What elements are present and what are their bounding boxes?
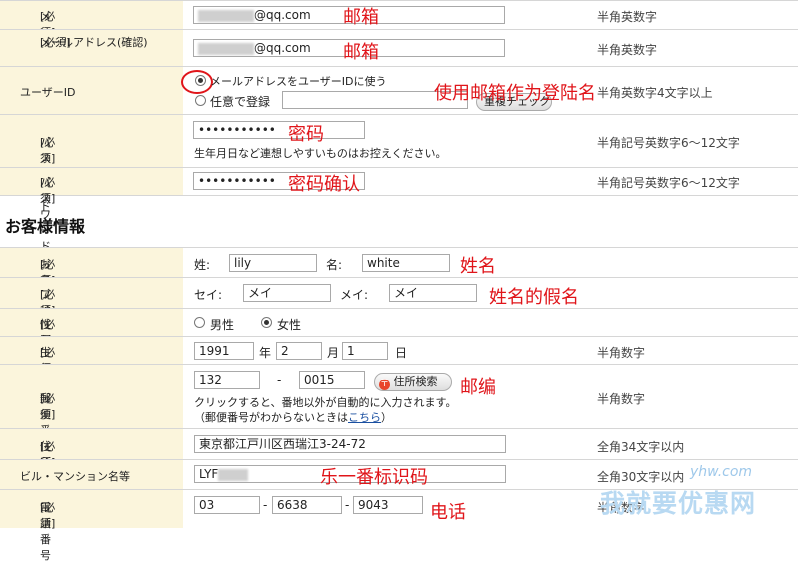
postal-annotation: 邮编 bbox=[460, 377, 496, 398]
postal-mark-icon: 〒 bbox=[379, 379, 390, 390]
address-row: 住所[必須] 東京都江戸川区西瑞江3-24-72 全角34文字以内 bbox=[0, 428, 798, 469]
email-confirm-label-cell: メールアドレス(確認) [必須] bbox=[0, 30, 183, 67]
birth-note: 半角数字 bbox=[597, 346, 646, 360]
user-id-label-cell: ユーザーID bbox=[0, 67, 183, 115]
radio-use-email[interactable] bbox=[195, 75, 206, 86]
email-label-cell: メールアドレス[必須] bbox=[0, 1, 183, 119]
name-annotation: 姓名 bbox=[460, 256, 496, 277]
email-confirm-note: 半角英数字 bbox=[597, 43, 658, 57]
sei-field[interactable]: lily bbox=[229, 254, 317, 272]
birth-label-cell: 生年月日(西暦)[必須] bbox=[0, 337, 183, 439]
password-annotation: 密码 bbox=[288, 124, 324, 145]
password-field[interactable]: ••••••••••• bbox=[193, 121, 365, 139]
email-confirm-annotation: 邮箱 bbox=[343, 42, 379, 63]
password-label-cell: パスワード[必須] bbox=[0, 115, 183, 213]
postal-row: 郵便番号[必須] 132 - 0015 〒 住所検索 邮编 クリックすると、番地… bbox=[0, 364, 798, 453]
female-label: 女性 bbox=[277, 318, 302, 332]
gender-row: 性別[必須] 男性 女性 bbox=[0, 308, 798, 347]
sei-label: 姓: bbox=[194, 258, 211, 272]
email-confirm-row: メールアドレス(確認) [必須] @qq.com 邮箱 半角英数字 bbox=[0, 29, 798, 67]
name-row: お名前[必須] 姓: lily 名: white 姓名 bbox=[0, 247, 798, 303]
day-unit: 日 bbox=[395, 346, 408, 360]
user-id-annotation: 使用邮箱作为登陆名 bbox=[434, 83, 596, 104]
kana-mei-label: メイ: bbox=[340, 288, 369, 302]
blurred-text bbox=[218, 468, 249, 481]
password-row: パスワード[必須] ••••••••••• 密码 生年月日など連想しやすいものは… bbox=[0, 114, 798, 213]
kana-mei-field[interactable]: メイ bbox=[389, 284, 477, 302]
mei-label: 名: bbox=[326, 258, 343, 272]
phone-part2-field[interactable]: 6638 bbox=[272, 496, 342, 514]
birth-day-field[interactable]: 1 bbox=[342, 342, 388, 360]
building-note: 全角30文字以内 bbox=[597, 470, 685, 484]
phone-dash-2: - bbox=[345, 498, 350, 512]
kana-sei-label: セイ: bbox=[194, 288, 223, 302]
email-row: メールアドレス[必須] @qq.com 邮箱 半角英数字 bbox=[0, 0, 798, 119]
phone-part3-field[interactable]: 9043 bbox=[353, 496, 423, 514]
email-note: 半角英数字 bbox=[597, 10, 658, 24]
address-search-button[interactable]: 〒 住所検索 bbox=[374, 373, 452, 391]
postal-hint-2: （郵便番号がわからないときはこちら） bbox=[194, 411, 392, 424]
building-label-cell: ビル・マンション名等 bbox=[0, 460, 183, 490]
male-label: 男性 bbox=[210, 318, 235, 332]
email-annotation: 邮箱 bbox=[343, 7, 379, 28]
name-label-cell: お名前[必須] bbox=[0, 248, 183, 303]
blurred-text bbox=[198, 9, 254, 22]
password-confirm-row: パスワード(確認)[必須] ••••••••••• 密码确认 半角記号英数字6～… bbox=[0, 167, 798, 285]
postal-second-field[interactable]: 0015 bbox=[299, 371, 365, 389]
year-unit: 年 bbox=[259, 346, 272, 360]
watermark-logo: 我就要优惠网 bbox=[600, 489, 757, 518]
mei-field[interactable]: white bbox=[362, 254, 450, 272]
postal-label-cell: 郵便番号[必須] bbox=[0, 365, 183, 453]
password-note: 半角記号英数字6～12文字 bbox=[597, 136, 740, 150]
kana-row: フリガナ[必須] セイ: メイ メイ: メイ 姓名的假名 bbox=[0, 277, 798, 349]
address-note: 全角34文字以内 bbox=[597, 440, 685, 454]
radio-custom-id[interactable] bbox=[195, 95, 206, 106]
user-id-label: ユーザーID bbox=[20, 86, 76, 99]
radio-male[interactable] bbox=[194, 317, 205, 328]
birth-year-field[interactable]: 1991 bbox=[194, 342, 254, 360]
password-confirm-annotation: 密码确认 bbox=[288, 174, 360, 195]
custom-id-label: 任意で登録 bbox=[210, 95, 271, 109]
use-email-label: メールアドレスをユーザーIDに使う bbox=[210, 75, 387, 88]
kana-label-cell: フリガナ[必須] bbox=[0, 278, 183, 349]
user-id-row: ユーザーID メールアドレスをユーザーIDに使う 任意で登録 重複チェック 半角… bbox=[0, 66, 798, 115]
password-hint: 生年月日など連想しやすいものはお控えください。 bbox=[194, 147, 447, 160]
user-id-note: 半角英数字4文字以上 bbox=[597, 86, 713, 100]
phone-part1-field[interactable]: 03 bbox=[194, 496, 260, 514]
phone-dash-1: - bbox=[263, 498, 268, 512]
building-annotation: 乐一番标识码 bbox=[320, 467, 428, 488]
postal-dash: - bbox=[277, 373, 282, 387]
birth-month-field[interactable]: 2 bbox=[276, 342, 322, 360]
gender-label-cell: 性別[必須] bbox=[0, 309, 183, 347]
postal-hint-1: クリックすると、番地以外が自動的に入力されます。 bbox=[194, 396, 457, 409]
postal-first-field[interactable]: 132 bbox=[194, 371, 260, 389]
building-label: ビル・マンション名等 bbox=[20, 470, 130, 483]
postal-note: 半角数字 bbox=[597, 392, 646, 406]
radio-female[interactable] bbox=[261, 317, 272, 328]
postal-lookup-link[interactable]: こちら bbox=[348, 411, 381, 424]
section-title: お客様情報 bbox=[5, 217, 86, 236]
phone-annotation: 电话 bbox=[430, 502, 466, 523]
phone-label-cell: 電話番号 [必須] bbox=[0, 490, 183, 562]
address-field[interactable]: 東京都江戸川区西瑞江3-24-72 bbox=[194, 435, 506, 453]
password-confirm-label-cell: パスワード(確認)[必須] bbox=[0, 168, 183, 285]
birth-row: 生年月日(西暦)[必須] 1991 年 2 月 1 日 半角数字 bbox=[0, 336, 798, 439]
month-unit: 月 bbox=[327, 346, 340, 360]
kana-annotation: 姓名的假名 bbox=[489, 287, 579, 308]
blurred-text bbox=[198, 42, 254, 55]
kana-sei-field[interactable]: メイ bbox=[243, 284, 331, 302]
password-confirm-note: 半角記号英数字6～12文字 bbox=[597, 176, 740, 190]
address-label-cell: 住所[必須] bbox=[0, 429, 183, 469]
watermark-url: yhw.com bbox=[690, 464, 753, 480]
